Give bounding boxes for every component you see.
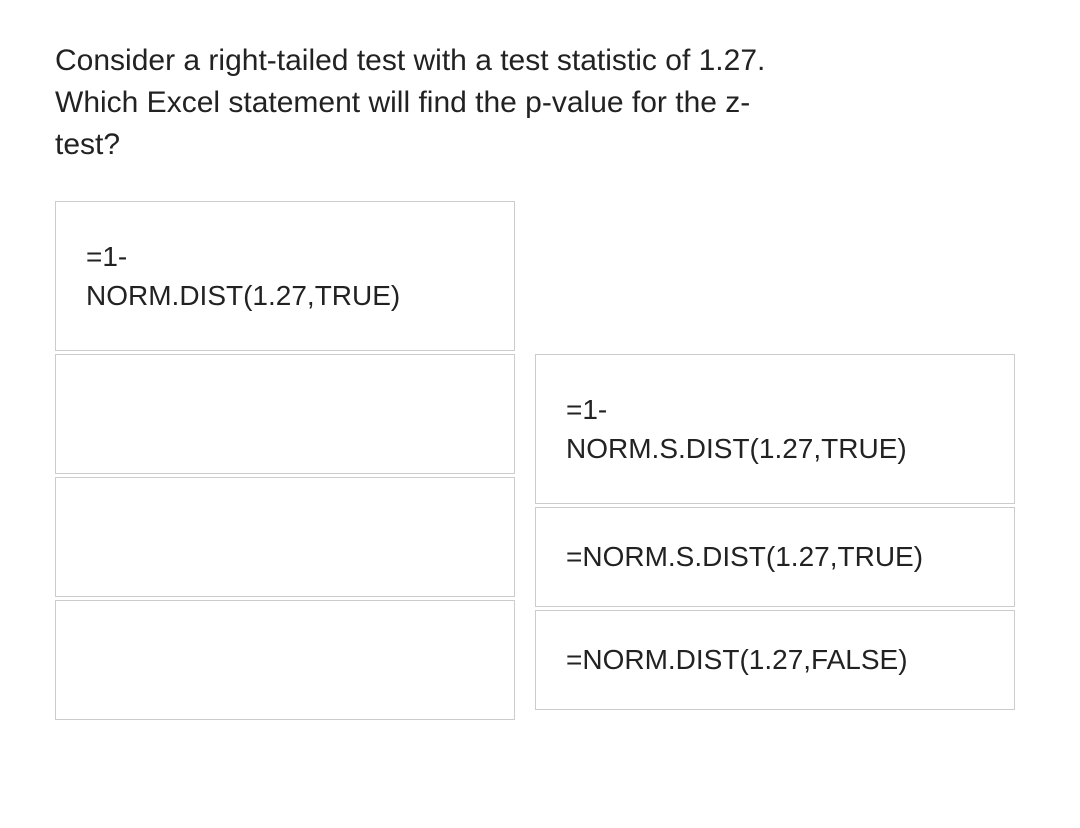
- question-text: Consider a right-tailed test with a test…: [55, 40, 775, 166]
- answer-option-3[interactable]: =NORM.S.DIST(1.27,TRUE): [535, 507, 1015, 607]
- option-1-line-1: =1-: [86, 241, 127, 272]
- left-column: =1- NORM.DIST(1.27,TRUE): [55, 201, 515, 723]
- option-2-line-2: NORM.S.DIST(1.27,TRUE): [566, 433, 907, 464]
- empty-cell-2: [55, 477, 515, 597]
- option-4-text: =NORM.DIST(1.27,FALSE): [566, 640, 908, 679]
- option-1-line-2: NORM.DIST(1.27,TRUE): [86, 280, 400, 311]
- empty-cell-3: [55, 600, 515, 720]
- option-3-text: =NORM.S.DIST(1.27,TRUE): [566, 537, 923, 576]
- empty-cell-1: [55, 354, 515, 474]
- answer-option-2[interactable]: =1- NORM.S.DIST(1.27,TRUE): [535, 354, 1015, 504]
- answer-grid: =1- NORM.DIST(1.27,TRUE) =1- NORM.S.DIST…: [55, 201, 1025, 723]
- option-2-line-1: =1-: [566, 394, 607, 425]
- answer-option-1[interactable]: =1- NORM.DIST(1.27,TRUE): [55, 201, 515, 351]
- right-column: =1- NORM.S.DIST(1.27,TRUE) =NORM.S.DIST(…: [535, 354, 1015, 723]
- answer-option-4[interactable]: =NORM.DIST(1.27,FALSE): [535, 610, 1015, 710]
